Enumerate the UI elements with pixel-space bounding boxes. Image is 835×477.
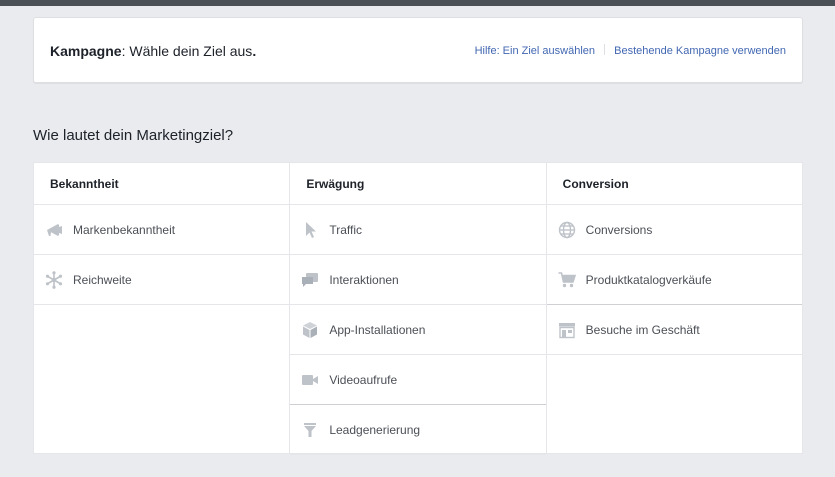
objective-catalog-sales[interactable]: Produktkatalogverkäufe: [546, 255, 802, 305]
column-consideration: Erwägung Traffic Interaktionen App-Insta…: [289, 163, 546, 455]
column-header-consideration: Erwägung: [290, 163, 546, 205]
funnel-icon: [301, 421, 319, 439]
chat-bubbles-icon: [301, 271, 319, 289]
megaphone-icon: [45, 221, 63, 239]
objective-conversions[interactable]: Conversions: [546, 205, 802, 255]
column-conversion: Conversion Conversions Produktkatalogver…: [545, 163, 802, 453]
shopping-cart-icon: [558, 271, 576, 289]
column-header-conversion: Conversion: [546, 163, 802, 205]
column-awareness: Bekanntheit Markenbekanntheit Reichweite: [34, 163, 290, 453]
page-title: Kampagne: Wähle dein Ziel aus.: [50, 43, 257, 59]
link-divider: [604, 44, 606, 55]
top-bar: [0, 0, 835, 6]
use-existing-campaign-link[interactable]: Bestehende Kampagne verwenden: [614, 45, 786, 57]
objective-engagement[interactable]: Interaktionen: [290, 255, 546, 305]
asterisk-reach-icon: [45, 270, 63, 289]
marketing-objective-question: Wie lautet dein Marketingziel?: [33, 127, 234, 144]
campaign-header: Kampagne: Wähle dein Ziel aus. Hilfe: Ei…: [33, 17, 803, 83]
video-camera-icon: [301, 371, 319, 389]
objective-traffic[interactable]: Traffic: [290, 205, 546, 255]
objective-video-views[interactable]: Videoaufrufe: [290, 355, 546, 405]
objective-grid: Bekanntheit Markenbekanntheit Reichweite…: [33, 162, 803, 455]
objective-app-installs[interactable]: App-Installationen: [290, 305, 546, 355]
column-header-awareness: Bekanntheit: [34, 163, 290, 205]
objective-reach[interactable]: Reichweite: [34, 255, 290, 305]
help-choose-objective-link[interactable]: Hilfe: Ein Ziel auswählen: [475, 45, 595, 57]
objective-lead-generation[interactable]: Leadgenerierung: [290, 405, 546, 455]
store-icon: [558, 321, 576, 339]
objective-brand-awareness[interactable]: Markenbekanntheit: [34, 205, 290, 255]
globe-icon: [558, 221, 576, 239]
header-links: Hilfe: Ein Ziel auswählen Bestehende Kam…: [475, 44, 786, 57]
objective-store-visits[interactable]: Besuche im Geschäft: [546, 305, 802, 355]
cursor-icon: [301, 221, 319, 239]
box-icon: [301, 321, 319, 339]
